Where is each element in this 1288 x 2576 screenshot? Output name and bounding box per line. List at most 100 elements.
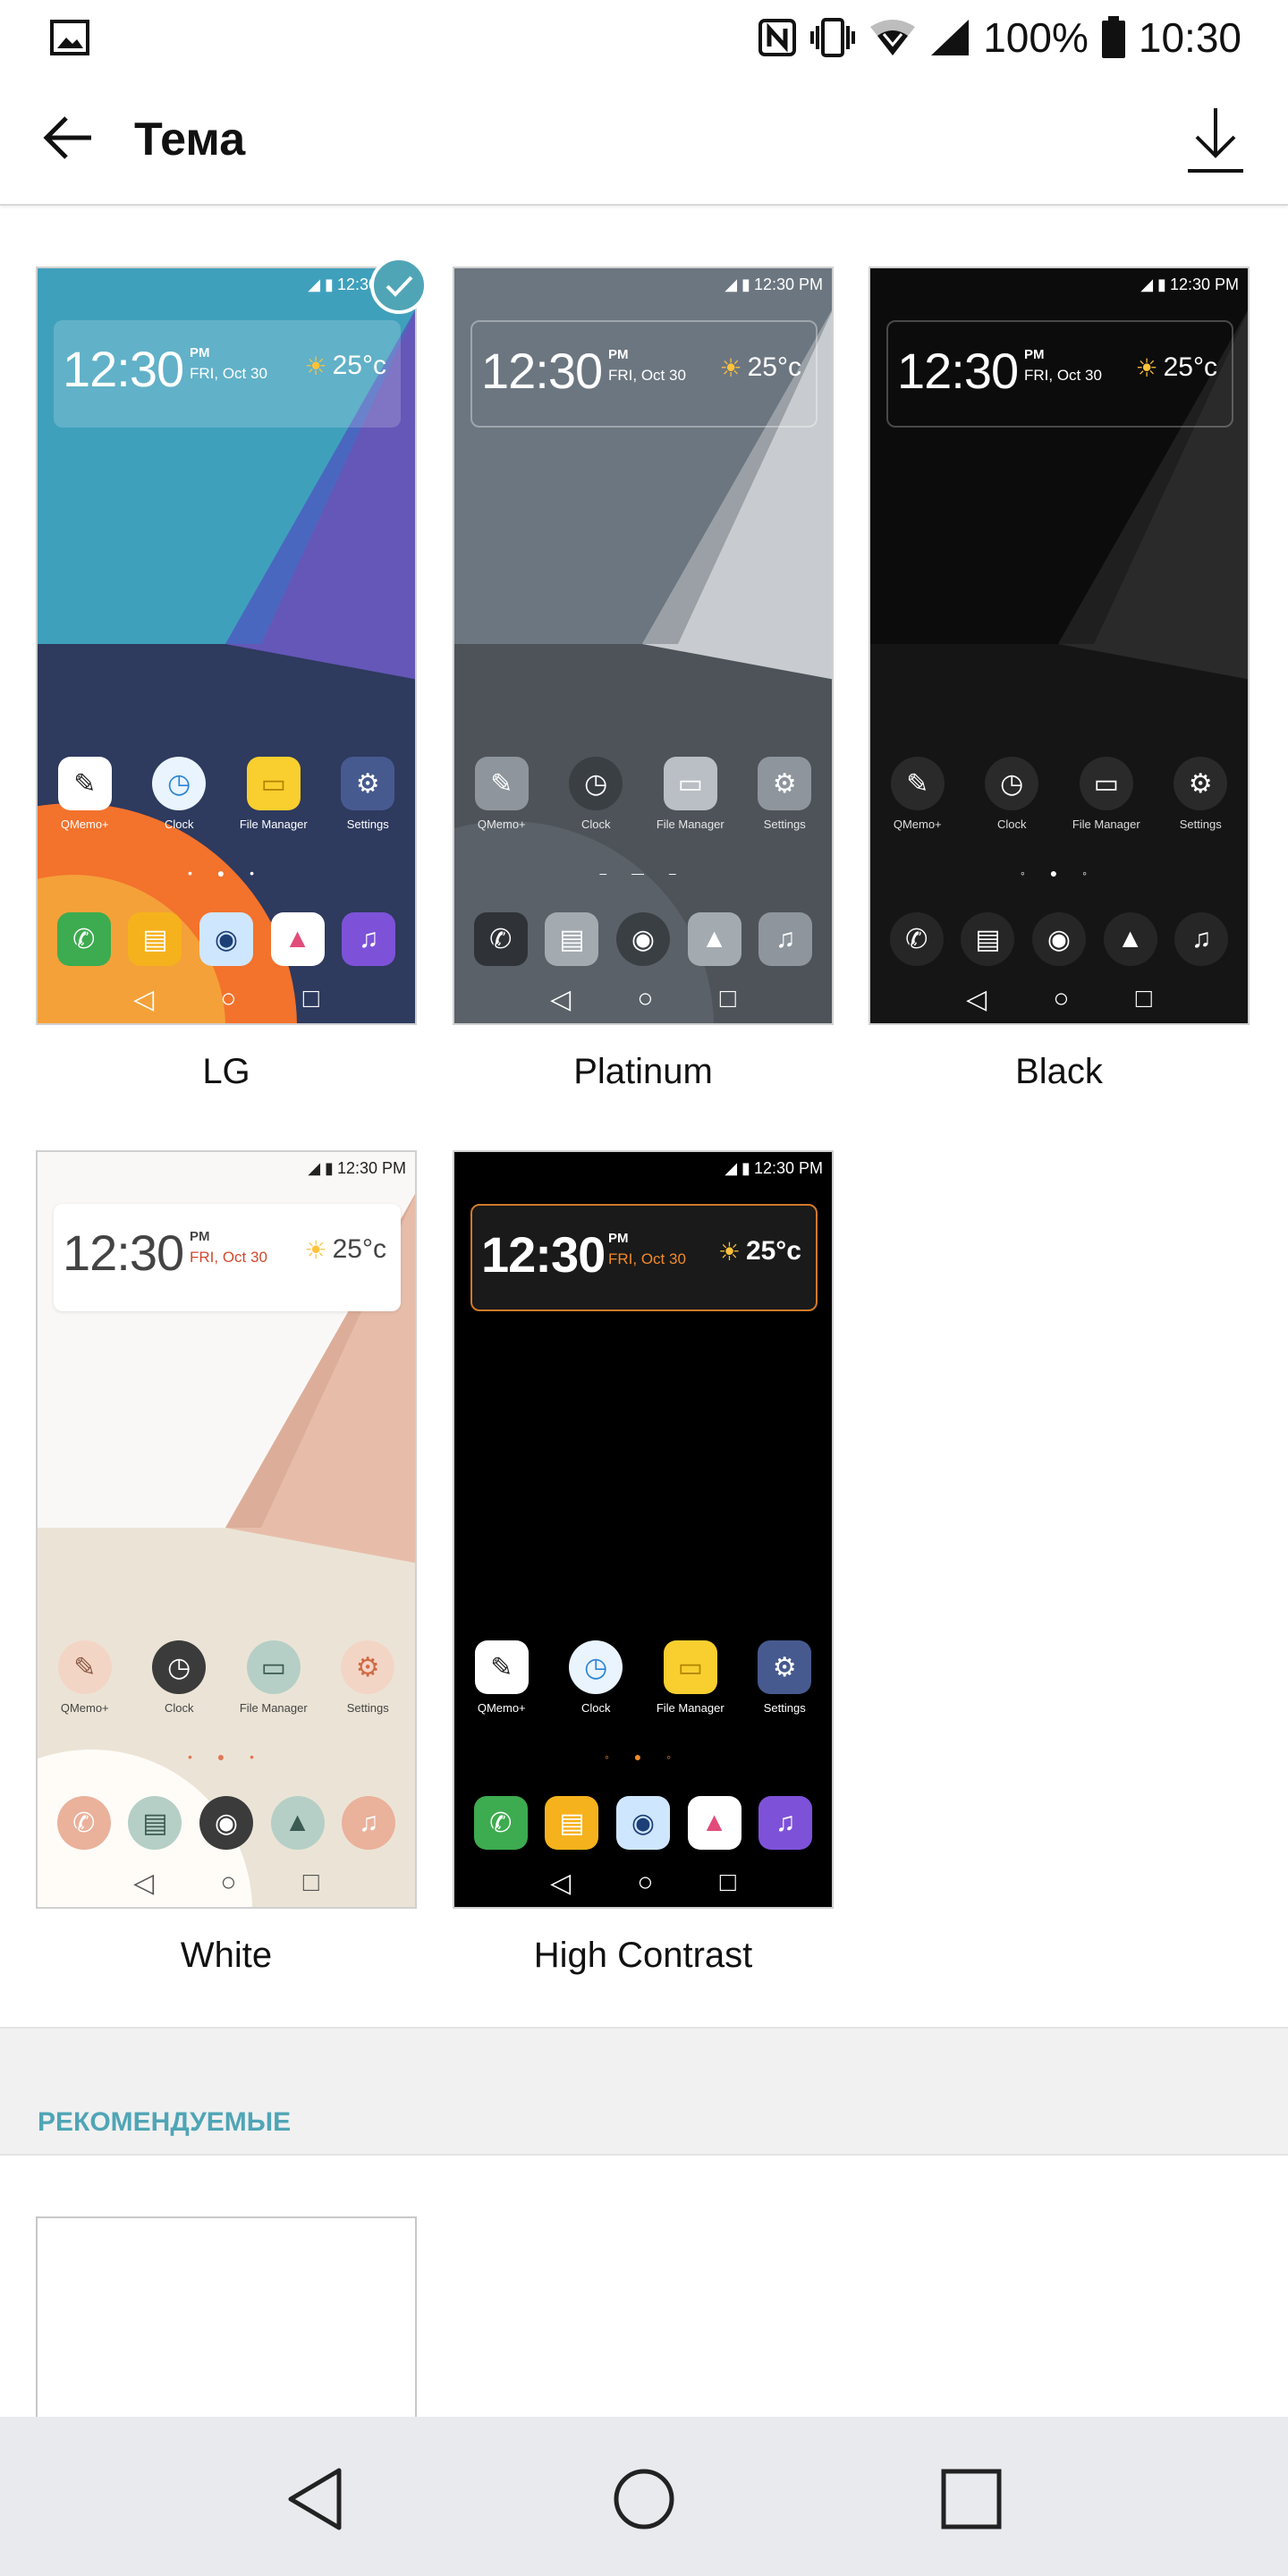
theme-card-black[interactable]: ◢ ▮ 12:30 PM 12:30 PM FRI, Oct 30 ☀ 25°c ✎… xyxy=(869,267,1250,1091)
preview-ampm: PM xyxy=(1024,347,1045,362)
preview-apps: ✎ QMemo+ ◷ Clock ▭ File Manager ⚙ Settings xyxy=(454,1640,832,1715)
recommended-title: РЕКОМЕНДУЕМЫЕ xyxy=(38,2107,292,2137)
nav-back-icon xyxy=(288,2468,342,2530)
folder-icon: ▭ xyxy=(246,757,301,810)
preview-weather: ☀ 25°c xyxy=(719,352,801,382)
theme-preview: ◢ ▮12:30 PM 12:30 PM FRI, Oct 30 ☀25°c ✎… xyxy=(453,267,834,1025)
battery-percent: 100% xyxy=(983,14,1089,61)
preview-dock: ✆ ▤ ◉ ▲ ♫ xyxy=(38,1796,415,1850)
preview-date: FRI, Oct 30 xyxy=(1024,367,1102,384)
app-bar: Тема xyxy=(0,75,1288,206)
check-icon xyxy=(386,275,413,297)
preview-status: ◢ ▮12:30 PM xyxy=(1140,275,1239,293)
system-nav-bar xyxy=(0,2417,1288,2576)
theme-label: LG xyxy=(202,1052,250,1091)
wifi-icon xyxy=(869,16,917,59)
preview-clock-widget: 12:30 PM FRI, Oct 30 ☀ 25°c xyxy=(54,1204,401,1311)
qmemo-icon: ✎ xyxy=(57,757,112,810)
preview-apps: ✎ QMemo+ ◷ Clock ▭ File Manager ⚙ Settings xyxy=(454,757,832,831)
theme-card-white[interactable]: ◢ ▮ 12:30 PM 12:30 PM FRI, Oct 30 ☀ 25°c ✎… xyxy=(36,1150,417,1975)
theme-preview: ◢ ▮12:30 PM 12:30 PM FRI, Oct 30 ☀25°c ✎… xyxy=(869,267,1250,1025)
preview-time: 12:30 xyxy=(63,1224,184,1281)
status-icons: 100% 10:30 xyxy=(758,13,1241,63)
preview-nav: ◁ ○ □ xyxy=(133,984,319,1014)
selected-check-badge xyxy=(370,257,428,314)
preview-apps: ✎ QMemo+ ◷ Clock ▭ File Manager ⚙ Settings xyxy=(38,1640,415,1715)
preview-date: FRI, Oct 30 xyxy=(190,1249,267,1266)
image-icon xyxy=(50,20,89,55)
preview-nav: ◁ ○ □ xyxy=(966,984,1152,1014)
preview-weather: ☀ 25°c xyxy=(1135,352,1217,382)
theme-label: High Contrast xyxy=(533,1936,753,1975)
nav-back-button[interactable] xyxy=(279,2463,351,2535)
preview-clock-widget: 12:30 PM FRI, Oct 30 ☀ 25°c xyxy=(886,320,1233,428)
nav-recents-icon xyxy=(941,2469,1002,2529)
gallery-icon: ▲ xyxy=(270,912,325,966)
clock-icon: ◷ xyxy=(152,757,207,810)
theme-preview: ◢ ▮12:30 PM 12:30 PM FRI, Oct 30 ☀25°c ✎… xyxy=(36,267,417,1025)
arrow-back-icon xyxy=(43,116,91,159)
preview-dock: ✆ ▤ ◉ ▲ ♫ xyxy=(454,912,832,966)
preview-ampm: PM xyxy=(190,1229,210,1244)
clock: 10:30 xyxy=(1138,14,1241,61)
preview-ampm: PM xyxy=(608,347,629,362)
preview-ampm: PM xyxy=(608,1231,629,1246)
download-icon xyxy=(1188,108,1243,173)
preview-page-dots: ◦ ● ◦ xyxy=(1020,866,1098,880)
preview-date: FRI, Oct 30 xyxy=(608,1250,686,1267)
phone-icon: ✆ xyxy=(56,912,111,966)
preview-time: 12:30 xyxy=(481,343,603,399)
nav-home-button[interactable] xyxy=(608,2463,680,2535)
preview-clock-widget: 12:30 PM FRI, Oct 30 ☀ 25°c xyxy=(470,320,818,428)
preview-status: ◢ ▮12:30 PM xyxy=(308,1159,406,1177)
theme-label: White xyxy=(180,1936,273,1975)
preview-dock: ✆ ▤ ◉ ▲ ♫ xyxy=(870,912,1248,966)
preview-date: FRI, Oct 30 xyxy=(190,365,267,382)
preview-apps: ✎ QMemo+ ◷ Clock ▭ File Manager ⚙ Settings xyxy=(38,757,415,831)
preview-weather: ☀ 25°c xyxy=(717,1236,801,1266)
preview-nav: ◁ ○ □ xyxy=(550,984,736,1014)
preview-time: 12:30 xyxy=(481,1226,606,1283)
preview-status: ◢ ▮12:30 PM xyxy=(724,275,823,293)
back-button[interactable] xyxy=(32,102,104,174)
theme-card-high-contrast[interactable]: ◢ ▮ 12:30 PM 12:30 PM FRI, Oct 30 ☀ 25°c ✎… xyxy=(453,1150,834,1975)
preview-nav: ◁ ○ □ xyxy=(133,1868,319,1898)
preview-weather: ☀ 25°c xyxy=(304,351,386,380)
theme-card-lg[interactable]: ◢ ▮12:30 PM 12:30 PM FRI, Oct 30 ☀25°c ✎… xyxy=(36,267,417,1091)
preview-weather: ☀ 25°c xyxy=(304,1234,386,1264)
preview-page-dots: ◦ ● ◦ xyxy=(604,1750,682,1764)
page-title: Тема xyxy=(134,114,246,165)
preview-date: FRI, Oct 30 xyxy=(608,367,686,384)
theme-label: Platinum xyxy=(573,1052,713,1091)
preview-time: 12:30 xyxy=(63,341,184,397)
recommended-theme-card[interactable] xyxy=(36,2216,417,2422)
preview-dock: ✆ ▤ ◉ ▲ ♫ xyxy=(454,1796,832,1850)
preview-status: ◢ ▮12:30 PM xyxy=(724,1159,823,1177)
theme-label: Black xyxy=(1015,1052,1103,1091)
download-button[interactable] xyxy=(1175,100,1256,181)
preview-time: 12:30 xyxy=(897,343,1019,399)
nav-home-icon xyxy=(614,2469,674,2529)
battery-icon xyxy=(1101,16,1126,59)
camera-icon: ◉ xyxy=(199,912,253,966)
preview-nav: ◁ ○ □ xyxy=(550,1868,736,1898)
preview-page-dots: • ● • xyxy=(187,866,266,880)
vibrate-icon xyxy=(809,16,856,59)
preview-ampm: PM xyxy=(190,345,210,360)
preview-page-dots: – — – xyxy=(599,866,687,880)
preview-clock-widget: 12:30 PM FRI, Oct 30 ☀ 25°c xyxy=(470,1204,818,1311)
status-bar: 100% 10:30 xyxy=(0,0,1288,75)
theme-preview: ◢ ▮12:30 PM 12:30 PM FRI, Oct 30 ☀25°c ✎… xyxy=(36,1150,417,1909)
music-icon: ♫ xyxy=(342,912,396,966)
nav-recents-button[interactable] xyxy=(936,2463,1007,2535)
message-icon: ▤ xyxy=(128,912,182,966)
preview-clock-widget: 12:30 PM FRI, Oct 30 ☀ 25°c xyxy=(54,320,401,428)
preview-dock: ✆ ▤ ◉ ▲ ♫ xyxy=(38,912,415,966)
theme-card-platinum[interactable]: ◢ ▮ 12:30 PM 12:30 PM FRI, Oct 30 ☀ 25°c ✎… xyxy=(453,267,834,1091)
nfc-icon xyxy=(758,16,797,59)
preview-page-dots: • ● • xyxy=(187,1750,266,1764)
signal-icon xyxy=(929,16,970,59)
recommended-section-header: РЕКОМЕНДУЕМЫЕ xyxy=(0,2027,1288,2156)
preview-apps: ✎ QMemo+ ◷ Clock ▭ File Manager ⚙ Settings xyxy=(870,757,1248,831)
settings-icon: ⚙ xyxy=(341,757,395,810)
